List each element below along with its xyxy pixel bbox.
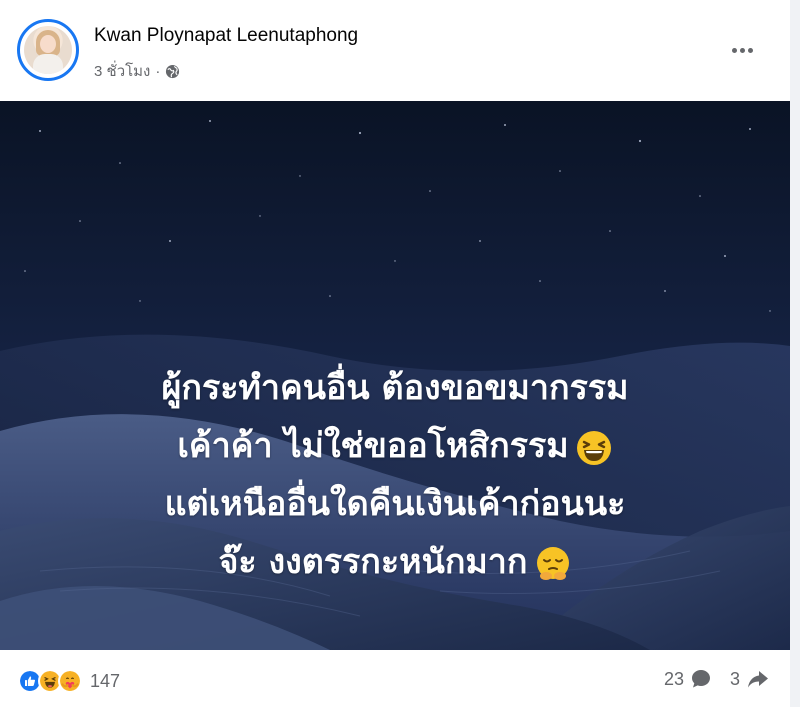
post-text-line: ผู้กระทำคนอื่น ต้องขอขมากรรม	[161, 368, 629, 408]
share-icon	[748, 671, 768, 688]
post-card: Kwan Ploynapat Leenutaphong 3 ชั่วโมง ·	[0, 0, 790, 707]
more-options-icon	[731, 47, 737, 53]
feed-background-edge	[790, 0, 800, 707]
more-options-button[interactable]	[728, 36, 756, 64]
avatar-face	[40, 35, 56, 53]
post-text-line: เค้าค้า ไม่ใช่ขออโหสิกรรม	[177, 426, 569, 466]
more-options-icon-dot	[739, 47, 745, 53]
author-name[interactable]: Kwan Ploynapat Leenutaphong	[94, 25, 358, 47]
comment-count: 23	[663, 668, 684, 689]
post-text-line-with-emoji: เค้าค้า ไม่ใช่ขออโหสิกรรม	[0, 417, 790, 475]
post-meta: 3 ชั่วโมง ·	[94, 59, 180, 83]
share-count: 3	[729, 668, 740, 689]
globe-icon[interactable]	[165, 64, 180, 79]
shares-link[interactable]: 3	[730, 668, 770, 690]
post-footer: 147 23 3	[0, 650, 790, 707]
avatar-body	[33, 54, 63, 74]
more-options-icon-dot	[747, 47, 753, 53]
post-background-image[interactable]: ผู้กระทำคนอื่น ต้องขอขมากรรม เค้าค้า ไม่…	[0, 101, 790, 650]
engagement-stats: 23 3	[664, 668, 770, 690]
laughing-squint-emoji-icon	[576, 430, 611, 465]
reactions-summary[interactable]: 147	[18, 669, 120, 693]
post-header: Kwan Ploynapat Leenutaphong 3 ชั่วโมง ·	[0, 0, 790, 100]
comments-link[interactable]: 23	[664, 668, 712, 690]
care-icon	[58, 669, 82, 693]
post-time[interactable]: 3 ชั่วโมง	[94, 59, 150, 83]
meta-separator: ·	[155, 62, 161, 80]
post-text-line: แต่เหนืออื่นใดคืนเงินเค้าก่อนนะ	[164, 484, 626, 524]
avatar-photo	[24, 26, 72, 74]
author-avatar[interactable]	[17, 19, 79, 81]
post-text-line-with-emoji: จ๊ะ งงตรรกะหนักมาก	[0, 533, 790, 591]
post-text-line: จ๊ะ งงตรรกะหนักมาก	[218, 542, 528, 582]
post-text: ผู้กระทำคนอื่น ต้องขอขมากรรม เค้าค้า ไม่…	[0, 359, 790, 591]
reaction-count: 147	[90, 670, 121, 691]
pleading-face-emoji-icon	[536, 546, 569, 580]
comment-icon	[691, 670, 710, 688]
